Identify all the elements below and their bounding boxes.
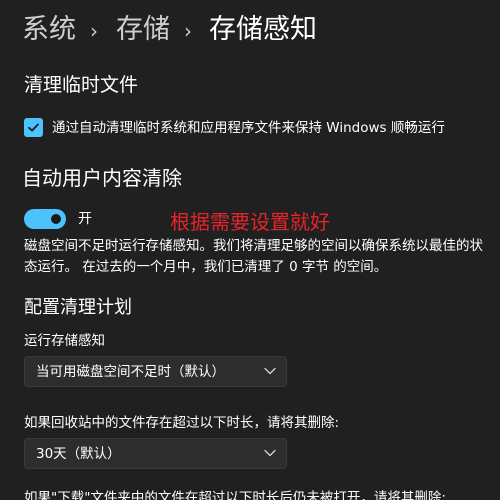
recycle-bin-dropdown[interactable]: 30天（默认） [24, 438, 287, 469]
breadcrumb: 系统 › 存储 › 存储感知 [0, 0, 500, 60]
run-storage-sense-dropdown[interactable]: 当可用磁盘空间不足时（默认） [24, 356, 287, 387]
section-title-schedule: 配置清理计划 [24, 297, 132, 318]
page-title: 存储感知 [209, 14, 317, 45]
breadcrumb-item-system[interactable]: 系统 [22, 12, 76, 48]
recycle-bin-value: 30天（默认） [36, 446, 121, 462]
run-storage-sense-value: 当可用磁盘空间不足时（默认） [36, 364, 225, 380]
chevron-down-icon [264, 367, 276, 375]
toggle-state-label: 开 [78, 211, 92, 227]
downloads-folder-label: 如果"下载"文件夹中的文件在超过以下时长后仍未被打开，请将其删除: [24, 490, 446, 500]
recycle-bin-label: 如果回收站中的文件存在超过以下时长，请将其删除: [24, 415, 340, 431]
breadcrumb-separator-icon: › [90, 19, 98, 43]
auto-cleanup-toggle[interactable] [24, 209, 66, 229]
toggle-knob [51, 214, 61, 224]
section-title-temp-files: 清理临时文件 [24, 74, 139, 96]
breadcrumb-separator-icon: › [184, 19, 192, 43]
temp-files-checkbox-label[interactable]: 通过自动清理临时系统和应用程序文件来保持 Windows 顺畅运行 [52, 117, 445, 139]
section-title-auto-cleanup: 自动用户内容清除 [22, 166, 182, 190]
temp-files-checkbox[interactable] [24, 118, 43, 137]
annotation-text: 根据需要设置就好 [170, 210, 330, 234]
breadcrumb-item-storage[interactable]: 存储 [116, 12, 170, 48]
run-storage-sense-label: 运行存储感知 [24, 333, 105, 349]
chevron-down-icon [264, 449, 276, 457]
checkmark-icon [28, 123, 39, 132]
auto-cleanup-description: 磁盘空间不足时运行存储感知。我们将清理足够的空间以确保系统以最佳的状态运行。 在… [24, 238, 483, 275]
